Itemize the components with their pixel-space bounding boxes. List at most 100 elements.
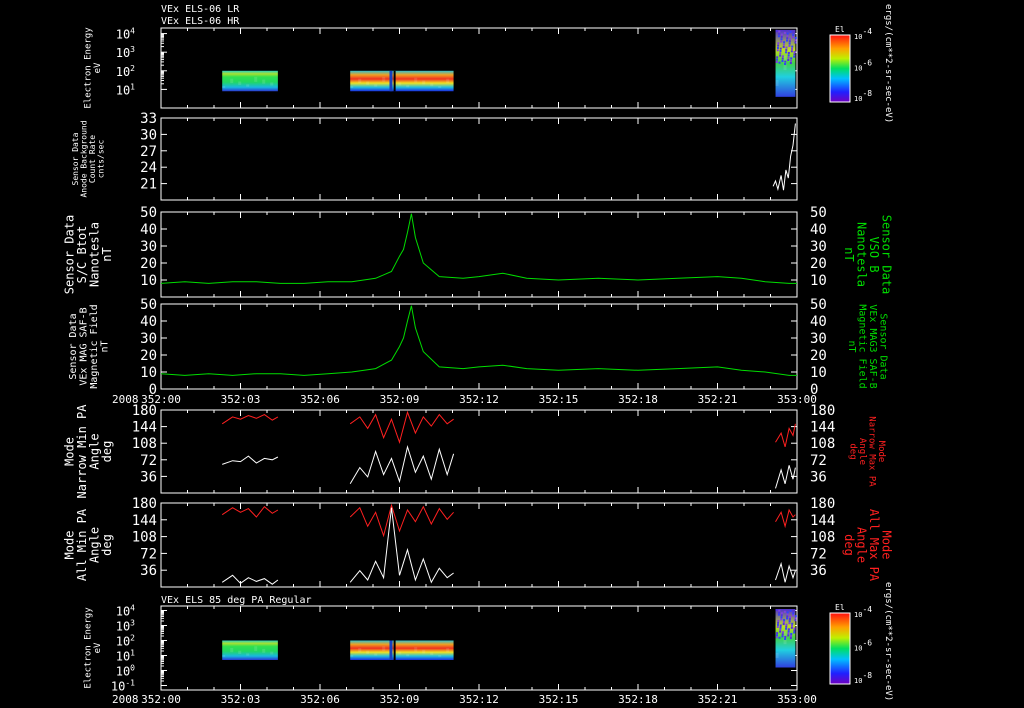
spectrogram-texture xyxy=(350,655,354,657)
right-y-tick-label: 20 xyxy=(810,256,827,272)
spectrogram-speckle xyxy=(776,46,779,49)
colorbar xyxy=(829,34,851,103)
colorbar-title: El xyxy=(835,603,845,612)
x-tick-label: 352:06 xyxy=(300,393,340,406)
spectrogram-texture xyxy=(398,82,402,86)
spectrogram-speckle xyxy=(789,616,792,619)
spectrogram-speckle xyxy=(777,44,780,47)
axis-label-line: nT xyxy=(100,247,114,261)
spectrogram-speckle xyxy=(780,38,783,41)
spectrogram-gap xyxy=(393,640,396,660)
right-y-tick-label: 10 xyxy=(810,273,827,289)
spectrogram-speckle xyxy=(785,48,788,51)
spectrogram-speckle xyxy=(789,62,792,65)
spectrogram-speckle xyxy=(789,30,792,33)
spectrogram-speckle xyxy=(781,631,784,634)
spectrogram-speckle xyxy=(782,43,785,46)
spectrogram-texture xyxy=(350,86,354,88)
x-tick-label: 352:00 xyxy=(141,693,181,706)
right-y-tick-label: 180 xyxy=(810,403,835,419)
spectrogram-texture xyxy=(430,652,434,656)
spectrogram-speckle xyxy=(775,609,778,611)
right-y-tick-label: 72 xyxy=(810,546,827,562)
spectrogram-speckle xyxy=(792,36,795,39)
spectrogram-speckle xyxy=(785,625,788,628)
spectrogram-speckle xyxy=(779,49,782,52)
spectrogram-block xyxy=(350,70,454,92)
axis-label-line: eV xyxy=(93,642,103,653)
spectrogram-speckle xyxy=(777,613,780,616)
right-y-tick-label: 144 xyxy=(810,513,835,529)
spectrogram-texture xyxy=(262,648,266,653)
spectrogram-texture xyxy=(254,76,258,82)
x-tick-label: 352:21 xyxy=(698,693,738,706)
x-tick-label: 352:09 xyxy=(380,693,420,706)
spectrogram-speckle xyxy=(781,55,784,58)
y-tick-label: 30 xyxy=(140,239,157,255)
spectrogram-speckle xyxy=(786,39,789,42)
spectrogram-speckle xyxy=(791,45,794,48)
y-tick-label: 72 xyxy=(140,546,157,562)
colorbar-unit-text: ergs/(cm**2-sr-sec-eV) xyxy=(883,582,893,701)
spectrogram-speckle xyxy=(794,41,797,44)
spectrogram-texture xyxy=(446,648,450,653)
spectrogram-speckle xyxy=(792,610,795,613)
spectrogram-speckle xyxy=(781,60,784,62)
spectrogram-speckle xyxy=(792,31,795,34)
spectrogram-speckle xyxy=(791,47,794,50)
spacecraft-data-plot: VEx ELS-06 LR VEx ELS-06 HR 104103102101… xyxy=(0,0,1024,708)
spectrogram-speckle xyxy=(780,35,783,38)
spectrogram-texture xyxy=(422,649,426,654)
spectrogram-speckle xyxy=(779,624,782,627)
spectrogram-speckle xyxy=(784,63,787,66)
spectrogram-texture xyxy=(406,85,410,88)
axis-label-line: eV xyxy=(93,62,103,73)
spectrogram-speckle xyxy=(775,636,778,639)
spectrogram-speckle xyxy=(785,46,788,49)
spectrogram-speckle xyxy=(790,57,793,60)
spectrogram-speckle xyxy=(783,41,786,44)
spectrogram-speckle xyxy=(793,631,796,634)
colorbar-unit-label: ergs/(cm**2-sr-sec-eV) xyxy=(883,582,893,701)
spectrogram-speckle xyxy=(787,630,790,633)
colorbar-unit-text: ergs/(cm**2-sr-sec-eV) xyxy=(883,4,893,123)
spectrogram-texture xyxy=(422,80,426,85)
spectrogram-texture xyxy=(382,646,386,652)
spectrogram-texture xyxy=(374,653,378,656)
right-y-tick-label: 30 xyxy=(810,239,827,255)
spectrogram-texture xyxy=(775,80,779,86)
spectrogram-speckle xyxy=(787,632,790,635)
spectrogram-speckle xyxy=(787,628,790,631)
right-y-tick-label: 50 xyxy=(810,297,827,313)
x-tick-label: 352:15 xyxy=(539,393,579,406)
spectrogram-texture xyxy=(414,647,418,652)
spectrogram-speckle xyxy=(777,35,780,38)
spectrogram-speckle xyxy=(786,613,789,616)
spectrogram-gap xyxy=(389,640,393,660)
y-tick-label: 180 xyxy=(132,496,157,512)
spectrogram-texture xyxy=(230,648,234,653)
spectrogram-speckle xyxy=(788,44,791,47)
spectrogram-speckle xyxy=(779,54,782,57)
spectrogram-texture xyxy=(238,650,242,654)
spectrogram-speckle xyxy=(779,630,782,633)
colorbar xyxy=(829,612,851,685)
axis-label-line: Magnetic Field xyxy=(89,304,100,388)
spectrogram-speckle xyxy=(784,635,787,638)
spectrogram-speckle xyxy=(785,51,788,54)
spectrogram-speckle xyxy=(794,39,797,42)
spectrogram-speckle xyxy=(783,610,786,613)
axis-label-line: VEx MAG3 SAF-B xyxy=(867,304,878,388)
spectrogram-speckle xyxy=(776,56,779,59)
spectrogram-speckle xyxy=(778,609,781,612)
spectrogram-speckle xyxy=(793,50,796,53)
x-tick-label: 352:06 xyxy=(300,693,340,706)
spectrogram-gap xyxy=(389,70,393,92)
spectrogram-speckle xyxy=(775,634,778,637)
spectrogram-speckle xyxy=(776,632,779,635)
y-tick-label: 10 xyxy=(140,365,157,381)
spectrogram-texture xyxy=(398,651,402,655)
right-y-tick-label: 10 xyxy=(810,365,827,381)
year-label: 2008 xyxy=(112,693,139,706)
y-tick-label: 21 xyxy=(140,177,157,193)
